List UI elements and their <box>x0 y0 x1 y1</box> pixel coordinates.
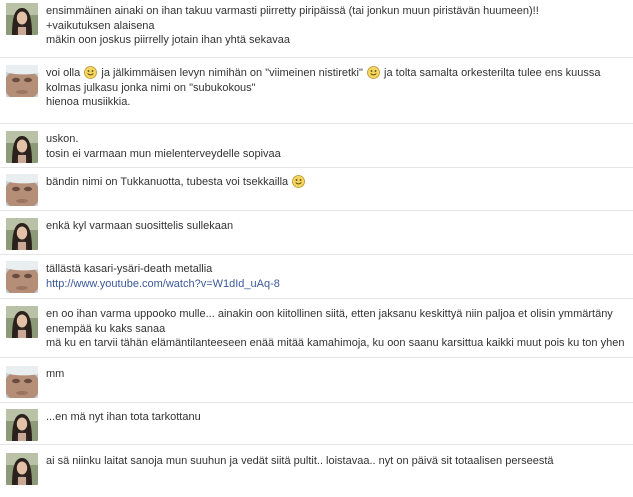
smiley-icon <box>84 66 98 79</box>
message-text: mm <box>46 368 65 380</box>
message-text: mäkin oon joskus piirrelly jotain ihan y… <box>46 34 290 46</box>
message-text: voi olla ja jälkimmäisen levyn nimihän o… <box>46 66 627 95</box>
message-item: bändin nimi on Tukkanuotta, tubesta voi … <box>0 171 633 211</box>
avatar[interactable] <box>6 453 38 485</box>
avatar[interactable] <box>6 3 38 35</box>
message-text: en oo ihan varma uppooko mulle... ainaki… <box>46 308 613 335</box>
message-item: ensimmäinen ainaki on ihan takuu varmast… <box>0 0 633 58</box>
message-text: ensimmäinen ainaki on ihan takuu varmast… <box>46 5 539 17</box>
avatar[interactable] <box>6 366 38 398</box>
message-text: hienoa musiikkia. <box>46 96 131 108</box>
message-text: ai sä niinku laitat sanoja mun suuhun ja… <box>46 455 554 467</box>
message-text: ...en mä nyt ihan tota tarkottanu <box>46 411 201 423</box>
smiley-icon <box>292 175 306 188</box>
message-text: uskon. <box>46 133 79 145</box>
message-item: enkä kyl varmaan suosittelis sullekaan <box>0 215 633 255</box>
avatar[interactable] <box>6 261 38 293</box>
avatar[interactable] <box>6 409 38 441</box>
message-text: tosin ei varmaan mun mielenterveydelle s… <box>46 147 281 160</box>
message-item: voi olla ja jälkimmäisen levyn nimihän o… <box>0 62 633 124</box>
avatar[interactable] <box>6 174 38 206</box>
avatar[interactable] <box>6 218 38 250</box>
message-text: bändin nimi on Tukkanuotta, tubesta voi … <box>46 175 627 190</box>
smiley-icon <box>367 66 380 79</box>
message-segment: ja jälkimmäisen levyn nimihän on "viimei… <box>101 67 363 79</box>
message-item: uskon. tosin ei varmaan mun mielentervey… <box>0 128 633 168</box>
message-item: tällästä kasari-ysäri-death metallia htt… <box>0 258 633 299</box>
message-text: enkä kyl varmaan suosittelis sullekaan <box>46 220 234 232</box>
message-segment: bändin nimi on Tukkanuotta, tubesta voi … <box>46 176 289 188</box>
youtube-link[interactable]: http://www.youtube.com/watch?v=W1dId_uAq… <box>46 278 280 290</box>
message-segment: voi olla <box>46 67 81 79</box>
message-text: mä ku en tarvii tähän elämäntilanteeseen… <box>46 337 625 349</box>
avatar[interactable] <box>6 131 38 163</box>
avatar[interactable] <box>6 306 38 338</box>
message-item: ai sä niinku laitat sanoja mun suuhun ja… <box>0 450 633 490</box>
chat-log: ensimmäinen ainaki on ihan takuu varmast… <box>0 0 633 497</box>
message-item: ...en mä nyt ihan tota tarkottanu <box>0 406 633 445</box>
message-item: mm <box>0 363 633 403</box>
message-text: +vaikutuksen alaisena <box>46 19 155 32</box>
message-item: en oo ihan varma uppooko mulle... ainaki… <box>0 303 633 358</box>
message-text: tällästä kasari-ysäri-death metallia <box>46 263 213 275</box>
avatar[interactable] <box>6 65 38 97</box>
